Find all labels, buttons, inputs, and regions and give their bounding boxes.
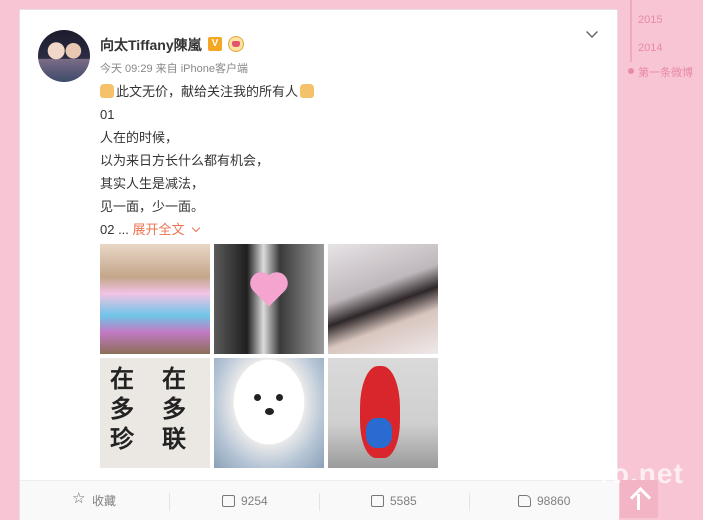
like-button[interactable]: 98860 (518, 481, 570, 520)
image-thumb-white-puppy[interactable] (214, 358, 324, 468)
chevron-down-icon[interactable] (586, 26, 598, 38)
parrot-shape (360, 366, 400, 458)
comment-icon (371, 495, 384, 507)
first-weibo-link[interactable]: 第一条微博 (638, 64, 693, 80)
image-thumb-dressed-cat[interactable] (100, 244, 210, 354)
timeline-dot (628, 68, 634, 74)
verified-badge-icon[interactable]: V (208, 37, 222, 51)
image-thumb-red-parrot[interactable] (328, 358, 438, 468)
image-thumb-couple-heart[interactable] (214, 244, 324, 354)
timeline-year-2014[interactable]: 2014 (638, 42, 662, 54)
favorite-button[interactable]: 收藏 (72, 479, 116, 520)
timeline-year-2015[interactable]: 2015 (638, 14, 662, 26)
calligraphy-right: 在 多 联 (162, 364, 186, 453)
weibo-post-card: 向太Tiffany陳嵐 V 今天 09:29 来自 iPhone客户端 此文无价… (19, 9, 619, 520)
repost-icon (222, 495, 235, 507)
post-line: 02 ... 展开全文 (100, 218, 600, 241)
divider (469, 493, 470, 511)
post-content: 此文无价，献给关注我的所有人 01 人在的时候， 以为来日方长什么都有机会， 其… (100, 80, 600, 241)
post-line: 人在的时候， (100, 130, 179, 145)
divider (319, 493, 320, 511)
timeline-line (630, 0, 632, 62)
clap-emoji-icon (100, 84, 114, 98)
expand-full-text-link[interactable]: 展开全文 (133, 222, 200, 237)
calligraphy-left: 在 多 珍 (110, 364, 134, 453)
post-line: 见一面，少一面。 (100, 199, 205, 214)
puppy-eye (254, 394, 261, 401)
image-thumb-calligraphy[interactable]: 在 多 珍 在 多 联 (100, 358, 210, 468)
repost-button[interactable]: 9254 (222, 481, 268, 520)
post-line: 其实人生是减法， (100, 176, 205, 191)
comment-button[interactable]: 5585 (371, 481, 417, 520)
year-timeline: 2015 2014 第一条微博 (628, 0, 703, 90)
author-avatar[interactable] (38, 30, 90, 82)
post-line: 以为来日方长什么都有机会， (100, 153, 270, 168)
thumbs-up-icon (518, 495, 531, 507)
thumbs-up-emoji-icon (300, 84, 315, 98)
post-line: 01 (100, 107, 115, 122)
heart-sticker-icon (253, 275, 285, 307)
post-meta: 今天 09:29 来自 iPhone客户端 (100, 63, 248, 75)
image-thumb-woman-portrait[interactable] (328, 244, 438, 354)
vip-crown-icon[interactable] (228, 36, 244, 52)
puppy-eye (276, 394, 283, 401)
expand-caret-icon (191, 223, 200, 233)
post-action-bar: 收藏 9254 5585 98860 (20, 479, 619, 520)
author-name[interactable]: 向太Tiffany陳嵐 (100, 35, 202, 55)
puppy-nose (265, 408, 274, 415)
post-line: 此文无价，献给关注我的所有人 (100, 80, 600, 103)
scroll-to-top-button[interactable] (620, 480, 658, 518)
star-icon (72, 479, 86, 519)
divider (169, 493, 170, 511)
